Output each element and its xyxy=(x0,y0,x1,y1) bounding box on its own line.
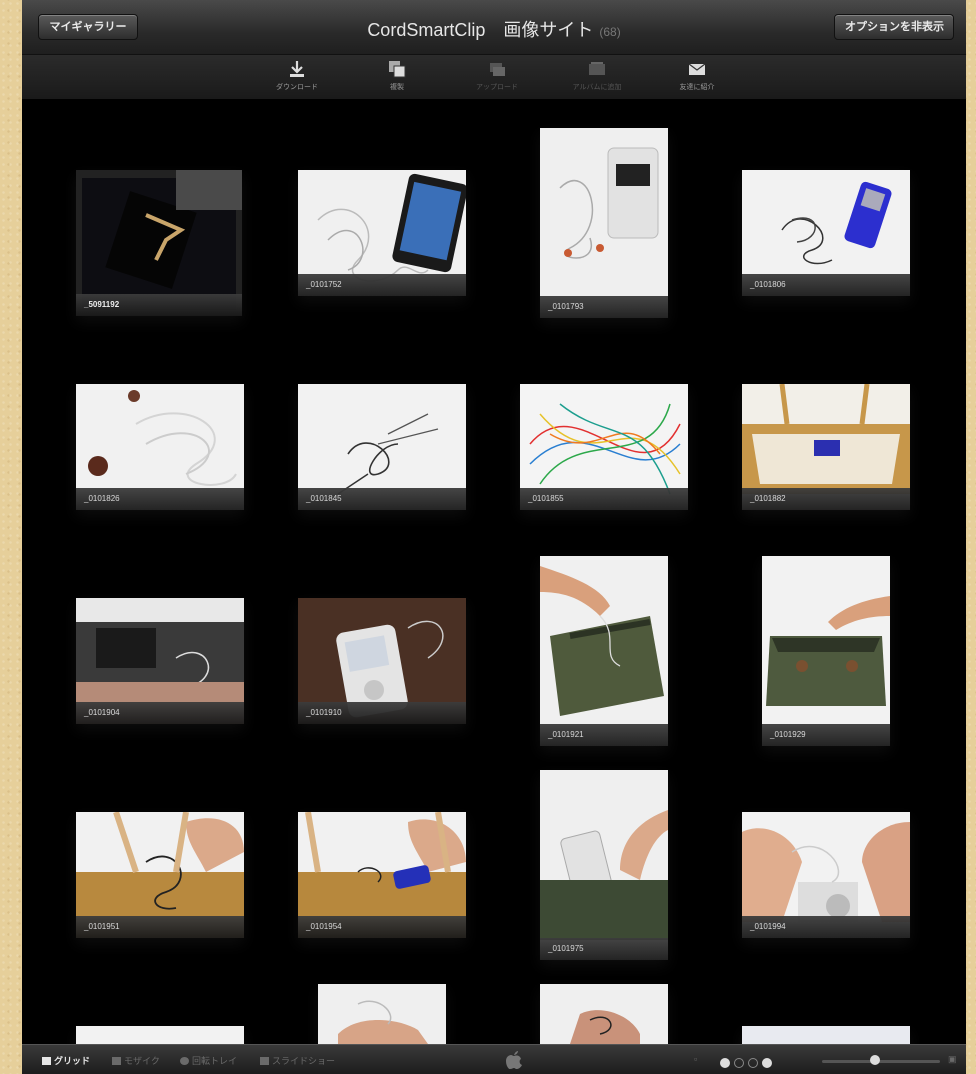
download-label: ダウンロード xyxy=(276,84,318,91)
photo-caption: _0101752 xyxy=(298,274,466,296)
photo-caption: _0101975 xyxy=(540,938,668,960)
gallery-window: マイギャラリー CordSmartClip 画像サイト (68) オプションを非表… xyxy=(22,0,966,1074)
slideshow-button[interactable]: スライドショー xyxy=(260,1054,335,1067)
photo-thumbnail[interactable]: _0101806 xyxy=(742,170,910,296)
photo-thumbnail[interactable]: _0101793 xyxy=(540,128,668,318)
photo-thumbnail[interactable]: _0101954 xyxy=(298,812,466,938)
view-mode-bar: グリッド モザイク 回転トレイ スライドショー ▫ ▣ xyxy=(22,1044,966,1074)
size-option[interactable] xyxy=(720,1058,730,1068)
grid-icon xyxy=(42,1057,51,1065)
photo-caption: _0101793 xyxy=(540,296,668,318)
size-option[interactable] xyxy=(762,1058,772,1068)
photo-caption: _0101954 xyxy=(298,916,466,938)
photo-thumbnail[interactable]: _0101845 xyxy=(298,384,466,510)
mail-icon xyxy=(688,63,706,75)
photo-image xyxy=(540,556,668,746)
upload-icon xyxy=(490,63,505,76)
photo-thumbnail[interactable]: _0101994 xyxy=(742,812,910,938)
photo-caption: _0101904 xyxy=(76,702,244,724)
apple-logo-icon xyxy=(506,1051,522,1069)
photo-caption: _0101882 xyxy=(742,488,910,510)
photo-caption: _0101929 xyxy=(762,724,890,746)
slideshow-label: スライドショー xyxy=(272,1056,336,1066)
page-title: CordSmartClip 画像サイト (68) xyxy=(22,16,966,42)
upload-label: アップロード xyxy=(476,84,518,91)
tell-friend-label: 友達に紹介 xyxy=(679,84,715,91)
copy-icon xyxy=(389,61,406,78)
download-icon xyxy=(290,61,304,77)
photo-image xyxy=(762,556,890,746)
photo-count: (68) xyxy=(599,25,621,39)
upload-button[interactable]: アップロード xyxy=(462,59,532,92)
site-title: CordSmartClip 画像サイト xyxy=(367,20,594,40)
tell-friend-button[interactable]: 友達に紹介 xyxy=(662,59,732,92)
size-option[interactable] xyxy=(748,1058,758,1068)
photo-thumbnail[interactable]: _0101929 xyxy=(762,556,890,746)
mosaic-view-button[interactable]: モザイク xyxy=(112,1054,160,1067)
zoom-slider-knob[interactable] xyxy=(870,1055,880,1065)
download-button[interactable]: ダウンロード xyxy=(262,59,332,92)
photo-thumbnail[interactable]: _0101882 xyxy=(742,384,910,510)
carousel-icon xyxy=(180,1057,189,1065)
album-icon xyxy=(589,62,605,75)
photo-thumbnail[interactable]: _0101910 xyxy=(298,598,466,724)
photo-thumbnail[interactable]: _0101921 xyxy=(540,556,668,746)
photo-caption: _0101910 xyxy=(298,702,466,724)
photo-caption: _0101921 xyxy=(540,724,668,746)
photo-caption: _0101806 xyxy=(742,274,910,296)
photo-image xyxy=(540,128,668,318)
copy-button[interactable]: 複製 xyxy=(362,59,432,92)
photo-caption: _0101855 xyxy=(520,488,688,510)
grid-view-label: グリッド xyxy=(54,1056,91,1066)
zoom-slider[interactable] xyxy=(822,1060,940,1063)
grid-view-button[interactable]: グリッド xyxy=(42,1054,90,1067)
mosaic-view-label: モザイク xyxy=(124,1056,160,1066)
photo-caption: _0101845 xyxy=(298,488,466,510)
size-large-icon: ▣ xyxy=(948,1054,957,1064)
photo-thumbnail[interactable]: _0101855 xyxy=(520,384,688,510)
page-indicator xyxy=(720,1055,776,1073)
mosaic-icon xyxy=(112,1057,121,1065)
photo-image xyxy=(540,770,668,960)
photo-caption: _0101951 xyxy=(76,916,244,938)
action-toolbar: ダウンロード 複製 アップロード アルバムに追加 友達に紹介 xyxy=(22,55,966,100)
photo-image xyxy=(540,984,668,1044)
slideshow-icon xyxy=(260,1057,269,1065)
photo-thumbnail[interactable]: _0101975 xyxy=(540,770,668,960)
carousel-view-label: 回転トレイ xyxy=(192,1056,238,1066)
carousel-view-button[interactable]: 回転トレイ xyxy=(180,1054,237,1067)
hide-options-button[interactable]: オプションを非表示 xyxy=(834,14,954,40)
photo-thumbnail[interactable]: _0101904 xyxy=(76,598,244,724)
size-small-icon: ▫ xyxy=(694,1054,698,1064)
photo-thumbnail[interactable]: _0101826 xyxy=(76,384,244,510)
photo-thumbnail[interactable] xyxy=(318,984,446,1044)
photo-caption: _5091192 xyxy=(76,294,242,316)
photo-caption: _0101994 xyxy=(742,916,910,938)
photo-grid: _5091192 _0101752 _0101793 _0101806 _010… xyxy=(22,100,966,1056)
add-to-album-button[interactable]: アルバムに追加 xyxy=(562,59,632,92)
photo-thumbnail[interactable]: _0101951 xyxy=(76,812,244,938)
copy-label: 複製 xyxy=(390,84,404,91)
add-to-album-label: アルバムに追加 xyxy=(572,84,622,91)
photo-thumbnail[interactable] xyxy=(540,984,668,1044)
photo-thumbnail[interactable]: _0101752 xyxy=(298,170,466,296)
photo-caption: _0101826 xyxy=(76,488,244,510)
title-bar: マイギャラリー CordSmartClip 画像サイト (68) オプションを非表… xyxy=(22,0,966,55)
photo-image xyxy=(318,984,446,1044)
size-option[interactable] xyxy=(734,1058,744,1068)
photo-thumbnail[interactable]: _5091192 xyxy=(76,170,242,316)
